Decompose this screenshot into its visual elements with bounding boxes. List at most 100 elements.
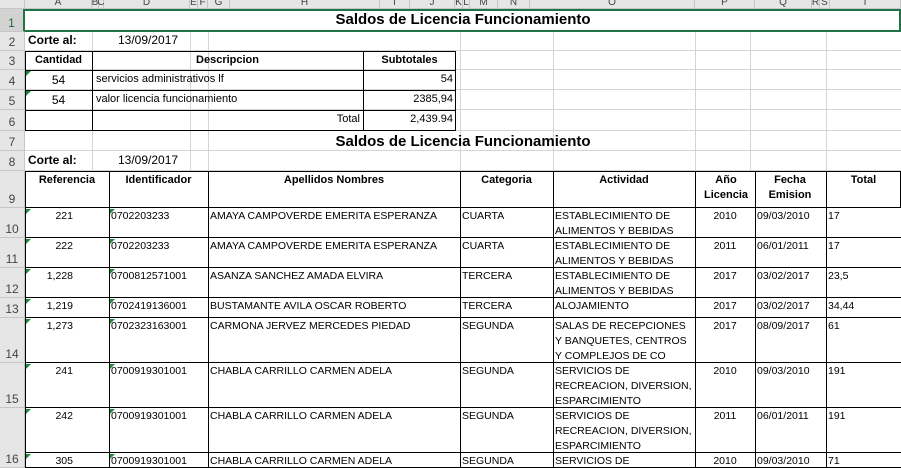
cell-ref[interactable]: 1,219 bbox=[27, 299, 107, 317]
cell-act[interactable]: SERVICIOS DE bbox=[555, 454, 693, 467]
cell-act[interactable]: SERVICIOS DE RECREACION, DIVERSION, ESPA… bbox=[555, 364, 693, 407]
column-header-m[interactable]: M bbox=[470, 0, 498, 9]
select-all-corner[interactable] bbox=[0, 0, 25, 9]
cell-anio[interactable]: 2010 bbox=[697, 364, 753, 407]
cell-anio[interactable]: 2010 bbox=[697, 454, 753, 467]
row-header-11[interactable]: 11 bbox=[0, 238, 25, 268]
column-header-l[interactable]: L bbox=[463, 0, 470, 9]
cell-anio[interactable]: 2011 bbox=[697, 409, 753, 452]
cell-ref[interactable]: 241 bbox=[27, 364, 107, 407]
cell-total[interactable]: 71 bbox=[828, 454, 899, 467]
column-header-g[interactable]: G bbox=[208, 0, 230, 9]
cell-nombre[interactable]: CHABLA CARRILLO CARMEN ADELA bbox=[210, 364, 458, 407]
cell-cat[interactable]: CUARTA bbox=[462, 239, 551, 267]
cell-id[interactable]: 0702203233 bbox=[111, 239, 206, 267]
cell-fecha[interactable]: 09/03/2010 bbox=[757, 209, 824, 237]
column-header-h[interactable]: H bbox=[230, 0, 380, 9]
cell-total[interactable]: 191 bbox=[828, 409, 899, 452]
cell-anio[interactable]: 2017 bbox=[697, 319, 753, 362]
cell-anio[interactable]: 2017 bbox=[697, 299, 753, 317]
row-header-3[interactable]: 3 bbox=[0, 51, 25, 70]
cell-act[interactable]: ESTABLECIMIENTO DE ALIMENTOS Y BEBIDAS bbox=[555, 269, 693, 297]
column-header-p[interactable]: P bbox=[695, 0, 755, 9]
cell-id[interactable]: 0700919301001 bbox=[111, 454, 206, 467]
spreadsheet-grid[interactable]: ABCDEFGHIJKLMNOPQRST 1 2 3 4 5 6 7 8 9 10 11 12 13 14… bbox=[0, 0, 901, 468]
cell-act[interactable]: SERVICIOS DE RECREACION, DIVERSION, ESPA… bbox=[555, 409, 693, 452]
row-header-13[interactable]: 13 bbox=[0, 298, 25, 318]
column-header-q[interactable]: Q bbox=[755, 0, 812, 9]
cell-fecha[interactable]: 09/03/2010 bbox=[757, 454, 824, 467]
row-header-10[interactable]: 10 bbox=[0, 208, 25, 238]
cell-nombre[interactable]: CHABLA CARRILLO CARMEN ADELA bbox=[210, 409, 458, 452]
cell-id[interactable]: 0700919301001 bbox=[111, 364, 206, 407]
cell-total[interactable]: 191 bbox=[828, 364, 899, 407]
cell-anio[interactable]: 2010 bbox=[697, 209, 753, 237]
row-header-16[interactable]: 16 bbox=[0, 408, 25, 468]
cell-fecha[interactable]: 09/03/2010 bbox=[757, 364, 824, 407]
cell-cat[interactable]: TERCERA bbox=[462, 269, 551, 297]
cell-total[interactable]: 17 bbox=[828, 239, 899, 267]
column-header-k[interactable]: K bbox=[455, 0, 463, 9]
cell-cat[interactable]: SEGUNDA bbox=[462, 409, 551, 452]
cell-cat[interactable]: SEGUNDA bbox=[462, 364, 551, 407]
column-header-r[interactable]: R bbox=[812, 0, 820, 9]
cell-nombre[interactable]: AMAYA CAMPOVERDE EMERITA ESPERANZA bbox=[210, 209, 458, 237]
cell-nombre[interactable]: AMAYA CAMPOVERDE EMERITA ESPERANZA bbox=[210, 239, 458, 267]
row-header-1[interactable]: 1 bbox=[0, 9, 25, 32]
cell-fecha[interactable]: 06/01/2011 bbox=[757, 239, 824, 267]
row-header-12[interactable]: 12 bbox=[0, 268, 25, 298]
cell-act[interactable]: SALAS DE RECEPCIONES Y BANQUETES, CENTRO… bbox=[555, 319, 693, 362]
row-header-2[interactable]: 2 bbox=[0, 32, 25, 51]
column-header-s[interactable]: S bbox=[820, 0, 830, 9]
row-header-7[interactable]: 7 bbox=[0, 131, 25, 151]
column-header-d[interactable]: D bbox=[104, 0, 190, 9]
row-header-9[interactable]: 9 bbox=[0, 171, 25, 208]
cell-id[interactable]: 0702323163001 bbox=[111, 319, 206, 362]
cell-act[interactable]: ALOJAMIENTO bbox=[555, 299, 693, 317]
row-header-15[interactable]: 15 bbox=[0, 363, 25, 408]
cell-cat[interactable]: TERCERA bbox=[462, 299, 551, 317]
column-header-a[interactable]: A bbox=[25, 0, 92, 9]
cell-total[interactable]: 23,5 bbox=[828, 269, 899, 297]
cell-id[interactable]: 0702419136001 bbox=[111, 299, 206, 317]
cell-cat[interactable]: SEGUNDA bbox=[462, 319, 551, 362]
row-header-5[interactable]: 5 bbox=[0, 90, 25, 110]
cell-act[interactable]: ESTABLECIMIENTO DE ALIMENTOS Y BEBIDAS bbox=[555, 209, 693, 237]
cell-ref[interactable]: 221 bbox=[27, 209, 107, 237]
cell-anio[interactable]: 2017 bbox=[697, 269, 753, 297]
row-header-14[interactable]: 14 bbox=[0, 318, 25, 363]
row-header-6[interactable]: 6 bbox=[0, 110, 25, 131]
row-header-8[interactable]: 8 bbox=[0, 151, 25, 171]
column-header-o[interactable]: O bbox=[530, 0, 695, 9]
column-header-n[interactable]: N bbox=[498, 0, 530, 9]
column-header-t[interactable]: T bbox=[830, 0, 901, 9]
column-header-f[interactable]: F bbox=[198, 0, 208, 9]
cell-total[interactable]: 17 bbox=[828, 209, 899, 237]
cell-cat[interactable]: SEGUNDA bbox=[462, 454, 551, 467]
cell-fecha[interactable]: 08/09/2017 bbox=[757, 319, 824, 362]
cell-nombre[interactable]: BUSTAMANTE AVILA OSCAR ROBERTO bbox=[210, 299, 458, 317]
cell-ref[interactable]: 1,228 bbox=[27, 269, 107, 297]
cell-fecha[interactable]: 03/02/2017 bbox=[757, 269, 824, 297]
cell-cat[interactable]: CUARTA bbox=[462, 209, 551, 237]
cell-ref[interactable]: 1,273 bbox=[27, 319, 107, 362]
cell-ref[interactable]: 242 bbox=[27, 409, 107, 452]
cell-id[interactable]: 0700919301001 bbox=[111, 409, 206, 452]
column-header-e[interactable]: E bbox=[190, 0, 198, 9]
cell-ref[interactable]: 222 bbox=[27, 239, 107, 267]
cell-fecha[interactable]: 03/02/2017 bbox=[757, 299, 824, 317]
row-header-4[interactable]: 4 bbox=[0, 70, 25, 90]
cell-fecha[interactable]: 06/01/2011 bbox=[757, 409, 824, 452]
column-header-i[interactable]: I bbox=[380, 0, 410, 9]
cell-act[interactable]: ESTABLECIMIENTO DE ALIMENTOS Y BEBIDAS bbox=[555, 239, 693, 267]
cell-id[interactable]: 0702203233 bbox=[111, 209, 206, 237]
cell-ref[interactable]: 305 bbox=[27, 454, 107, 467]
cell-nombre[interactable]: CHABLA CARRILLO CARMEN ADELA bbox=[210, 454, 458, 467]
column-header-j[interactable]: J bbox=[410, 0, 455, 9]
cell-nombre[interactable]: ASANZA SANCHEZ AMADA ELVIRA bbox=[210, 269, 458, 297]
cell-total[interactable]: 34,44 bbox=[828, 299, 899, 317]
cell-id[interactable]: 0700812571001 bbox=[111, 269, 206, 297]
cell-total[interactable]: 61 bbox=[828, 319, 899, 362]
cell-anio[interactable]: 2011 bbox=[697, 239, 753, 267]
cell-nombre[interactable]: CARMONA JERVEZ MERCEDES PIEDAD bbox=[210, 319, 458, 362]
